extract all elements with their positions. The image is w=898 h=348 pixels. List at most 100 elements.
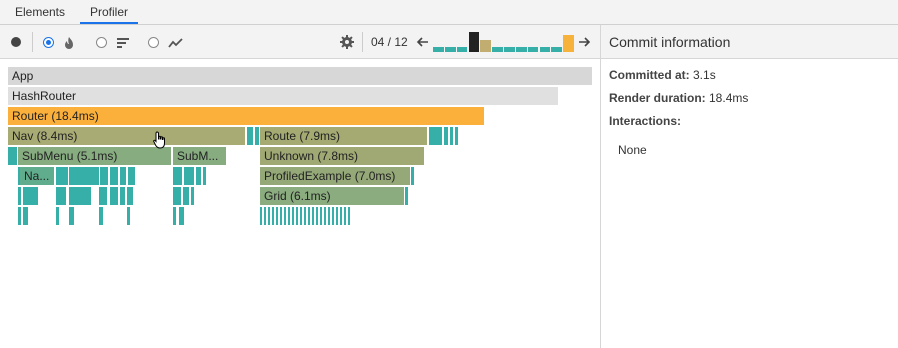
flame-node-small[interactable] (173, 187, 181, 205)
flame-node-small[interactable] (260, 207, 262, 225)
flame-node-small[interactable] (120, 167, 126, 185)
flame-node-small[interactable] (292, 207, 294, 225)
flame-node-small[interactable] (429, 127, 442, 145)
commit-bar[interactable] (492, 47, 503, 52)
flame-node-small[interactable] (191, 187, 194, 205)
flame-node-small[interactable] (324, 207, 326, 225)
commit-bar[interactable] (515, 47, 527, 52)
flame-node-small[interactable] (110, 187, 118, 205)
flame-node-small[interactable] (304, 207, 306, 225)
flame-node-small[interactable] (23, 187, 38, 205)
flame-node-small[interactable] (127, 207, 130, 225)
flame-node-small[interactable] (100, 167, 108, 185)
commit-bar[interactable] (539, 47, 551, 52)
flame-node-small[interactable] (179, 207, 184, 225)
flame-node-small[interactable] (320, 207, 322, 225)
flame-node-small[interactable] (312, 207, 314, 225)
flame-node-small[interactable] (69, 207, 74, 225)
tab-elements[interactable]: Elements (8, 0, 72, 24)
flame-node-small[interactable] (110, 167, 118, 185)
flame-node-small[interactable] (336, 207, 338, 225)
flame-node-small[interactable] (340, 207, 342, 225)
commit-bar[interactable] (504, 47, 515, 52)
flame-node-submenu-2[interactable]: SubM... (173, 147, 226, 165)
flame-node-small[interactable] (264, 207, 266, 225)
flame-node-small[interactable] (18, 187, 21, 205)
commit-bar[interactable] (444, 47, 456, 52)
flame-node-small[interactable] (120, 187, 125, 205)
settings-button[interactable] (339, 34, 355, 50)
commit-bar[interactable] (527, 47, 539, 52)
prev-commit-button[interactable] (416, 35, 430, 49)
flame-node-app[interactable]: App (8, 67, 592, 85)
flame-node-small[interactable] (328, 207, 330, 225)
flame-node-small[interactable] (450, 127, 453, 145)
commit-bar[interactable] (551, 47, 563, 52)
flame-node-submenu[interactable]: SubMenu (5.1ms) (18, 147, 171, 165)
commit-bar-selected[interactable] (468, 32, 480, 52)
flame-node-small[interactable] (272, 207, 274, 225)
flame-node-small[interactable] (69, 187, 91, 205)
record-button[interactable] (10, 36, 22, 48)
flame-node-small[interactable] (99, 187, 107, 205)
interactions-mode-radio[interactable] (148, 36, 188, 50)
toolbar-divider (362, 32, 363, 52)
flame-node-small[interactable] (332, 207, 334, 225)
flame-node-small[interactable] (99, 207, 103, 225)
flame-node-small[interactable] (288, 207, 290, 225)
commit-bar[interactable] (433, 47, 444, 52)
flame-node-small[interactable] (8, 147, 17, 165)
flame-node-small[interactable] (308, 207, 310, 225)
tab-profiler[interactable]: Profiler (80, 0, 138, 24)
flame-node-small[interactable] (247, 127, 253, 145)
flame-node-small[interactable] (184, 167, 194, 185)
flame-node-profiledexample[interactable]: ProfiledExample (7.0ms) (260, 167, 410, 185)
flame-node-small[interactable] (56, 207, 59, 225)
flame-node-small[interactable] (296, 207, 298, 225)
flame-node-grid[interactable]: Grid (6.1ms) (260, 187, 404, 205)
flame-node-small[interactable] (280, 207, 282, 225)
flame-node-small[interactable] (444, 127, 448, 145)
commit-bar[interactable] (563, 35, 574, 52)
flame-node-small[interactable] (276, 207, 278, 225)
flame-node-nav[interactable]: Nav (8.4ms) (8, 127, 245, 145)
flame-node-small[interactable] (173, 167, 182, 185)
flame-node-small[interactable] (69, 167, 99, 185)
flame-node-nav-child[interactable]: Na... (20, 167, 54, 185)
flame-node-small[interactable] (405, 187, 408, 205)
toolbar-divider (32, 32, 33, 52)
flame-node-small[interactable] (344, 207, 346, 225)
grid-children-group (260, 207, 352, 225)
flame-node-small[interactable] (18, 207, 21, 225)
flame-node-small[interactable] (268, 207, 270, 225)
profiler-left-pane: 04 / 12 App HashRouter Router (18.4ms) N… (0, 25, 600, 348)
ranked-radio (96, 37, 107, 48)
flame-node-router[interactable]: Router (18.4ms) (8, 107, 484, 125)
flame-node-small[interactable] (183, 187, 189, 205)
flame-node-route[interactable]: Route (7.9ms) (260, 127, 427, 145)
flame-node-small[interactable] (23, 207, 28, 225)
flame-node-small[interactable] (173, 207, 176, 225)
ranked-mode-radio[interactable] (96, 36, 132, 50)
commit-bar[interactable] (456, 47, 468, 52)
flame-node-small[interactable] (196, 167, 201, 185)
commit-bar[interactable] (480, 40, 492, 52)
flame-node-small[interactable] (284, 207, 286, 225)
flame-node-small[interactable] (455, 127, 458, 145)
flame-node-small[interactable] (300, 207, 302, 225)
flame-node-small[interactable] (128, 167, 135, 185)
flamegraph-mode-radio[interactable] (43, 36, 79, 50)
render-duration-label: Render duration: (609, 91, 706, 105)
commit-counter: 04 / 12 (371, 35, 408, 49)
next-commit-button[interactable] (577, 35, 591, 49)
flame-node-small[interactable] (203, 167, 206, 185)
flame-node-small[interactable] (255, 127, 259, 145)
flame-node-small[interactable] (411, 167, 414, 185)
flame-node-small[interactable] (127, 187, 133, 205)
flame-node-small[interactable] (56, 187, 66, 205)
flame-node-small[interactable] (348, 207, 350, 225)
flame-node-unknown[interactable]: Unknown (7.8ms) (260, 147, 424, 165)
flame-node-hashrouter[interactable]: HashRouter (8, 87, 558, 105)
flame-node-small[interactable] (316, 207, 318, 225)
flame-node-small[interactable] (56, 167, 68, 185)
